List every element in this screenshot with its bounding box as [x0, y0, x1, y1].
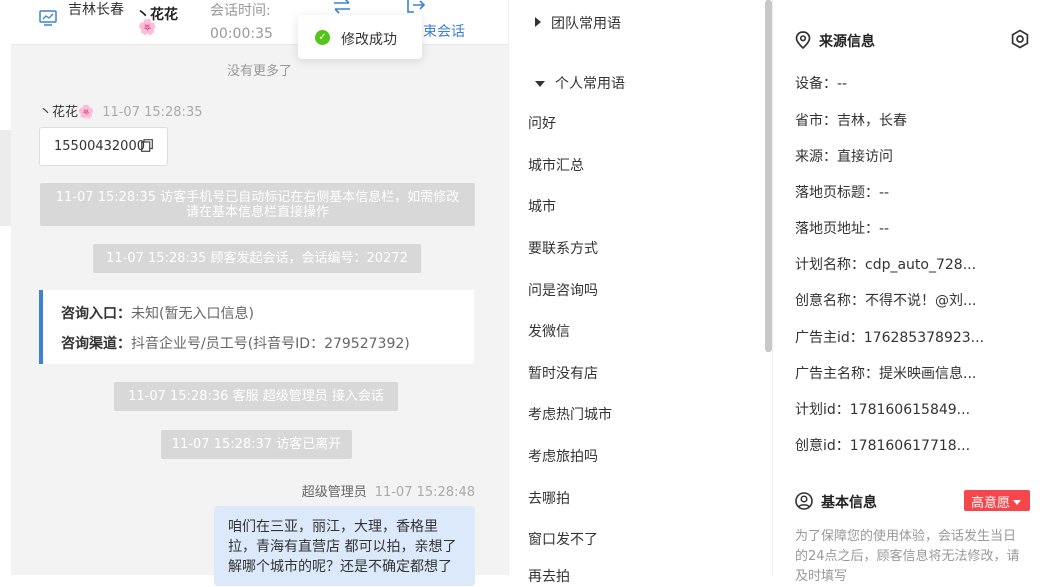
system-message: 11-07 15:28:36 客服 超级管理员 接入会话: [114, 382, 398, 411]
visitor-message-name: 丶花花🌸: [39, 105, 95, 120]
consult-channel-row: 咨询渠道：抖音企业号/员工号(抖音号ID：279527392): [61, 333, 410, 353]
visitor-name: 丶花花 🌸: [136, 4, 178, 36]
system-message: 11-07 15:28:35 顾客发起会话，会话编号：20272: [93, 244, 421, 273]
info-row: 省市：吉林，长春: [795, 113, 907, 129]
agent-message-bubble: 咱们在三亚，丽江，大理，香格里拉，青海有直营店 都可以拍，亲想了解哪个城市的呢？…: [214, 506, 475, 586]
phrase-item[interactable]: 考虑旅拍吗: [528, 446, 598, 466]
phrase-item[interactable]: 去哪拍: [528, 488, 570, 508]
intent-tag-dropdown[interactable]: 高意愿: [964, 490, 1030, 511]
caret-down-icon: [535, 81, 545, 87]
source-info-title-text: 来源信息: [819, 34, 875, 50]
phrase-item[interactable]: 窗口发不了: [528, 529, 598, 549]
monitor-icon: [39, 10, 57, 30]
consult-entry-row: 咨询入口：未知(暂无入口信息): [61, 303, 254, 323]
edit-notice: 为了保障您的使用体验，会话发生当日的24点之后，顾客信息将无法修改，请及时填写: [795, 529, 1020, 584]
success-toast: ✓ 修改成功: [298, 15, 422, 59]
caret-right-icon: [535, 17, 541, 27]
agent-message-meta: 超级管理员 11-07 15:28:48: [302, 481, 475, 500]
info-row: 落地页地址：--: [795, 221, 890, 237]
agent-message-name: 超级管理员: [301, 485, 367, 500]
phrase-item[interactable]: 再去拍: [528, 566, 570, 586]
team-phrases-group[interactable]: 团队常用语: [535, 13, 621, 33]
flower-icon: 🌸: [138, 18, 157, 36]
left-edge-strip: [0, 0, 11, 575]
session-time: 会话时间: 00:00:35: [210, 0, 273, 46]
info-row: 创意id：178160617718...: [795, 438, 971, 454]
personal-phrases-label: 个人常用语: [555, 76, 625, 92]
copy-icon[interactable]: [141, 139, 153, 156]
check-circle-icon: ✓: [315, 30, 330, 45]
phrase-item[interactable]: 城市: [528, 196, 556, 216]
consult-channel-label: 咨询渠道：: [61, 336, 131, 352]
info-row: 广告主id：176285378923...: [795, 330, 985, 346]
info-row: 设备：--: [795, 76, 848, 92]
basic-info-title: 基本信息: [795, 492, 877, 514]
left-edge-block: [0, 130, 11, 226]
source-info-title: 来源信息: [795, 31, 875, 53]
consult-channel-value: 抖音企业号/员工号(抖音号ID：279527392): [131, 336, 410, 352]
agent-message-time: 11-07 15:28:48: [374, 485, 475, 500]
personal-phrases-group[interactable]: 个人常用语: [535, 73, 625, 93]
visitor-location: 吉林长春: [68, 2, 124, 18]
phrase-item[interactable]: 发微信: [528, 321, 570, 341]
no-more-messages: 没有更多了: [226, 64, 292, 79]
phrase-item[interactable]: 暂时没有店: [528, 363, 598, 383]
session-time-value: 00:00:35: [210, 26, 273, 42]
chat-panel: 吉林长春 丶花花 🌸 会话时间: 00:00:35 结束会话 ✓ 修改成功 没有…: [11, 0, 517, 586]
system-message: 11-07 15:28:35 访客手机号已自动标记在右侧基本信息栏，如需修改请在…: [40, 183, 475, 226]
consult-entry-value: 未知(暂无入口信息): [131, 306, 254, 322]
team-phrases-label: 团队常用语: [551, 16, 621, 32]
caret-down-icon: [1013, 500, 1022, 505]
consult-entry-label: 咨询入口：: [61, 306, 131, 322]
visitor-phone-message: 15500432000: [39, 127, 168, 166]
visitor-message-meta: 丶花花🌸 11-07 15:28:35: [39, 101, 202, 120]
settings-icon[interactable]: [1010, 29, 1030, 53]
user-circle-icon: [795, 492, 813, 514]
system-message: 11-07 15:28:37 访客已离开: [161, 430, 352, 459]
visitor-message-time: 11-07 15:28:35: [102, 105, 203, 120]
phrases-scrollbar[interactable]: [765, 0, 772, 352]
info-row: 落地页标题：--: [795, 185, 890, 201]
consult-info-card: 咨询入口：未知(暂无入口信息) 咨询渠道：抖音企业号/员工号(抖音号ID：279…: [39, 290, 474, 364]
info-row: 创意名称：不得不说！@刘...: [795, 293, 977, 309]
phrase-item[interactable]: 问是咨询吗: [528, 280, 598, 300]
visitor-info-panel: 来源信息 设备：-- 省市：吉林，长春 来源：直接访问 落地页标题：-- 落地页…: [773, 0, 1046, 584]
phrase-item[interactable]: 城市汇总: [528, 155, 584, 175]
info-row: 计划名称：cdp_auto_728...: [795, 257, 977, 273]
phrase-item[interactable]: 要联系方式: [528, 238, 598, 258]
toast-text: 修改成功: [341, 32, 397, 48]
session-time-label: 会话时间:: [210, 3, 271, 19]
phrase-item[interactable]: 考虑热门城市: [528, 404, 612, 424]
chat-header: 吉林长春 丶花花 🌸 会话时间: 00:00:35 结束会话: [11, 0, 508, 45]
info-row: 广告主名称：提米映画信息...: [795, 366, 977, 382]
info-row: 计划id：178160615849...: [795, 402, 971, 418]
location-pin-icon: [795, 31, 811, 53]
visitor-phone-text: 15500432000: [54, 139, 145, 154]
intent-tag-label: 高意愿: [971, 496, 1011, 511]
info-row: 来源：直接访问: [795, 149, 893, 165]
basic-info-title-text: 基本信息: [821, 495, 877, 511]
phrase-item[interactable]: 问好: [528, 113, 556, 133]
quick-phrases-panel: 团队常用语 个人常用语 问好 城市汇总 城市 要联系方式 问是咨询吗 发微信 暂…: [508, 0, 773, 585]
